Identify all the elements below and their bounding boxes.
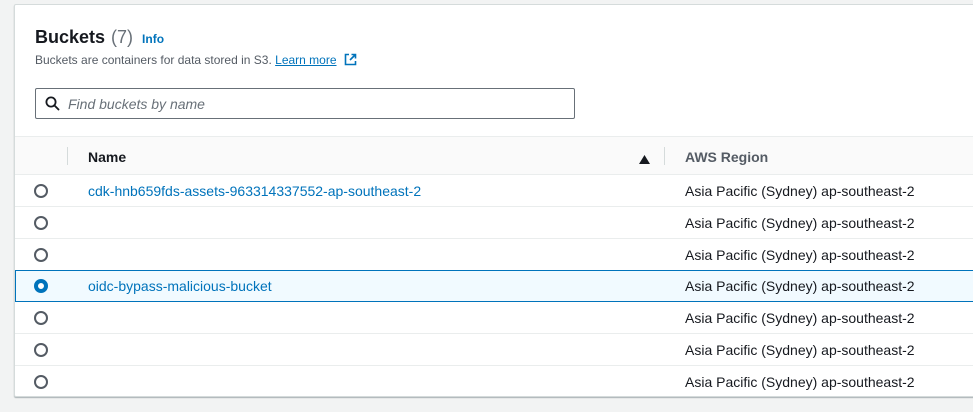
external-link-icon[interactable] [344, 53, 357, 69]
region-cell: Asia Pacific (Sydney) ap-southeast-2 [685, 342, 915, 358]
info-link[interactable]: Info [142, 32, 164, 46]
search-icon [45, 96, 60, 111]
row-radio[interactable] [34, 184, 48, 198]
region-cell: Asia Pacific (Sydney) ap-southeast-2 [685, 183, 915, 199]
search-input[interactable] [68, 95, 548, 112]
page-title: Buckets [35, 27, 106, 47]
search-field[interactable] [35, 88, 575, 119]
region-cell: Asia Pacific (Sydney) ap-southeast-2 [685, 374, 915, 390]
row-radio[interactable] [34, 216, 48, 230]
table-row-selected[interactable]: oidc-bypass-malicious-bucket Asia Pacifi… [15, 270, 973, 302]
region-cell: Asia Pacific (Sydney) ap-southeast-2 [685, 278, 915, 294]
buckets-panel: Buckets (7) Info Buckets are containers … [14, 4, 973, 397]
bucket-count: (7) [111, 27, 134, 47]
region-cell: Asia Pacific (Sydney) ap-southeast-2 [685, 215, 915, 231]
table-header: Name AWS Region [15, 136, 973, 175]
row-radio[interactable] [34, 343, 48, 357]
row-radio[interactable] [34, 375, 48, 389]
table-row[interactable]: Asia Pacific (Sydney) ap-southeast-2 [15, 366, 973, 398]
panel-description: Buckets are containers for data stored i… [35, 53, 357, 69]
panel-header: Buckets (7) Info [35, 27, 164, 48]
bucket-name-link[interactable]: oidc-bypass-malicious-bucket [88, 278, 272, 294]
learn-more-link[interactable]: Learn more [275, 53, 336, 67]
description-text: Buckets are containers for data stored i… [35, 53, 272, 67]
table-row[interactable]: cdk-hnb659fds-assets-963314337552-ap-sou… [15, 175, 973, 207]
table-row[interactable]: Asia Pacific (Sydney) ap-southeast-2 [15, 207, 973, 239]
region-cell: Asia Pacific (Sydney) ap-southeast-2 [685, 310, 915, 326]
row-radio[interactable] [34, 311, 48, 325]
column-header-name[interactable]: Name [88, 149, 126, 165]
bucket-name-link[interactable]: cdk-hnb659fds-assets-963314337552-ap-sou… [88, 183, 421, 199]
row-radio[interactable] [34, 248, 48, 262]
table-row[interactable]: Asia Pacific (Sydney) ap-southeast-2 [15, 302, 973, 334]
column-header-region[interactable]: AWS Region [685, 149, 768, 165]
table-row[interactable]: Asia Pacific (Sydney) ap-southeast-2 [15, 334, 973, 366]
sort-ascending-icon[interactable] [639, 151, 650, 169]
table-row[interactable]: Asia Pacific (Sydney) ap-southeast-2 [15, 239, 973, 271]
row-radio-selected[interactable] [34, 279, 48, 293]
column-resizer[interactable] [664, 147, 665, 165]
region-cell: Asia Pacific (Sydney) ap-southeast-2 [685, 247, 915, 263]
column-divider [67, 147, 68, 165]
